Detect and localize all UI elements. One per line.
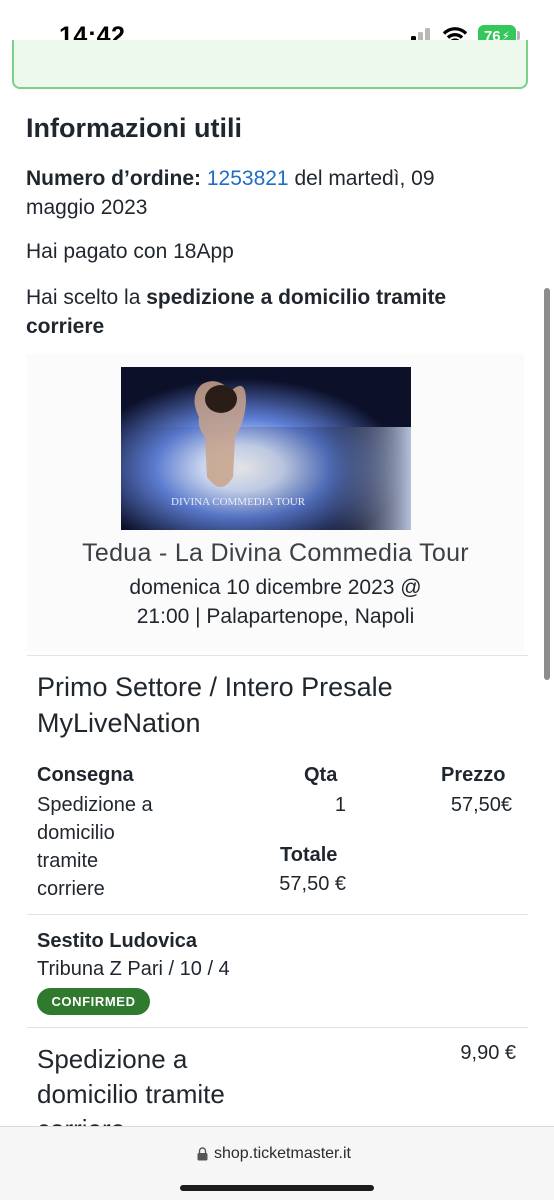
event-image-text: DIVINA COMMEDIA TOUR <box>171 496 306 508</box>
delivery-line: Spedizione a <box>37 794 153 816</box>
delivery-line: corriere <box>37 878 105 900</box>
shipping-price: 9,90 € <box>460 1042 516 1064</box>
order-date-prefix: del martedì, 09 <box>288 167 435 190</box>
divider <box>27 1027 528 1028</box>
header-total: Totale <box>280 844 338 866</box>
header-price: Prezzo <box>441 764 506 786</box>
shipping-line2: domicilio tramite <box>37 1079 225 1109</box>
order-number-link[interactable]: 1253821 <box>207 167 289 190</box>
qty-value: 1 <box>334 794 346 816</box>
delivery-line: tramite <box>37 850 99 872</box>
shipping-line1: Spedizione a <box>37 1044 188 1074</box>
delivery-line: domicilio <box>37 822 115 844</box>
order-info: Numero d’ordine: 1253821 del martedì, 09… <box>26 164 526 222</box>
seat-info: Tribuna Z Pari / 10 / 4 <box>37 958 230 980</box>
event-image: DIVINA COMMEDIA TOUR <box>121 367 411 530</box>
order-date-rest: maggio 2023 <box>26 196 148 219</box>
url-text[interactable]: shop.ticketmaster.it <box>214 1145 351 1163</box>
ship-method-1: spedizione a domicilio tramite <box>146 286 447 309</box>
divider <box>27 655 528 656</box>
event-date-line2: 21:00 | Palapartenope, Napoli <box>136 605 415 628</box>
event-date: domenica 10 dicembre 2023 @ 21:00 | Pala… <box>87 573 464 631</box>
event-title: Tedua - La Divina Commedia Tour <box>82 539 469 567</box>
total-value: 57,50 € <box>279 873 346 895</box>
sector-line2: MyLiveNation <box>37 708 201 738</box>
sector-title: Primo Settore / Intero Presale MyLiveNat… <box>37 669 517 741</box>
header-delivery: Consegna <box>37 764 134 786</box>
event-card: DIVINA COMMEDIA TOUR Tedua - La Divina C… <box>27 354 524 651</box>
success-banner <box>12 40 528 89</box>
payment-info: Hai pagato con 18App <box>26 240 234 263</box>
order-label: Numero d’ordine: <box>26 167 202 190</box>
header-qty: Qta <box>304 764 338 786</box>
ship-method-2: corriere <box>26 315 105 338</box>
shipping-choice: Hai scelto la spedizione a domicilio tra… <box>26 283 526 341</box>
delivery-method: Spedizione a domicilio tramite corriere <box>37 791 153 903</box>
info-title: Informazioni utili <box>26 113 242 143</box>
status-badge: CONFIRMED <box>37 988 150 1015</box>
sector-line1: Primo Settore / Intero Presale <box>37 672 393 702</box>
ticket-holder: Sestito Ludovica <box>37 930 198 952</box>
battery-tip <box>517 31 520 40</box>
ship-prefix: Hai scelto la <box>26 286 147 309</box>
home-indicator[interactable] <box>180 1185 374 1191</box>
price-value: 57,50€ <box>450 794 512 816</box>
lock-icon <box>197 1147 208 1161</box>
scrollbar[interactable] <box>544 288 550 680</box>
event-date-line1: domenica 10 dicembre 2023 @ <box>129 576 422 599</box>
browser-url-bar[interactable]: shop.ticketmaster.it <box>0 1126 554 1200</box>
divider <box>27 914 528 915</box>
